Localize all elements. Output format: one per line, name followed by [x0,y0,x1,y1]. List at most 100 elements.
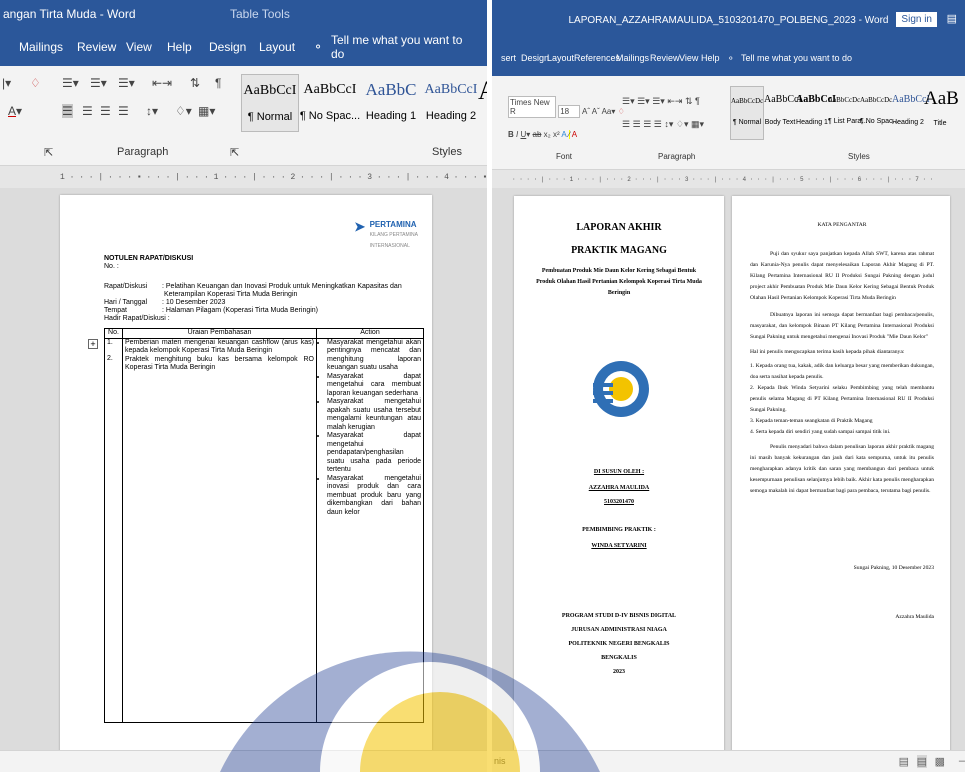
borders-icon[interactable]: ▦▾ [691,119,704,129]
italic-icon[interactable]: I [516,130,518,139]
numbering-icon[interactable]: ☰▾ [637,96,650,106]
font-color-icon[interactable]: A [572,130,577,139]
text-effects-icon[interactable]: A [561,130,566,139]
left-word-window: angan Tirta Muda - Word Table Tools Mail… [0,0,487,772]
group-label-styles: Styles [432,146,462,158]
style-normal[interactable]: AaBbCcDc ¶ Normal [730,86,764,140]
notulen-no: No. : [104,263,119,270]
font-size-select[interactable]: 18 [558,105,581,118]
indent-icon[interactable]: ⇤⇥ [667,96,682,106]
highlight-icon[interactable]: ∕ [568,130,570,139]
format-painter-icon[interactable]: |▾ [2,76,11,90]
pertamina-logo: ➤ PERTAMINA KILANG PERTAMINA INTERNASION… [354,219,418,249]
preface-page: KATA PENGANTAR Puji dan syukur saya panj… [732,196,950,756]
strikethrough-icon[interactable]: ab x₂ x² [533,130,560,139]
style-title[interactable]: AaB Title [924,86,959,127]
sort-icon[interactable]: ⇅ [190,76,200,90]
table-row[interactable]: 1. 2. Pemberian materi mengenai keuangan… [104,337,424,723]
list-item: 4. Serta kepada diri sendiri yang sudah … [750,429,891,435]
align-right-icon[interactable]: ☰ [643,119,651,129]
font-color-icon[interactable]: A▾ [8,104,22,118]
sign-in-button[interactable]: Sign in [896,12,937,27]
multilevel-icon[interactable]: ☰▾ [652,96,665,106]
indent-icon[interactable]: ⇤⇥ [152,76,172,90]
align-left-icon[interactable]: ☰ [62,104,73,118]
line-spacing-icon[interactable]: ↕▾ [146,104,158,118]
group-label-paragraph: Paragraph [658,152,696,161]
ribbon-tabs: Mailings Review View Help Design Layout … [0,28,487,66]
list-item: Masyarakat mengetahui apakah suatu usaha… [327,398,421,432]
group-label-paragraph: Paragraph [117,146,169,158]
dialog-launcher-icon[interactable]: ⇱ [44,146,53,159]
group-label-font: Font [556,152,573,161]
justify-icon[interactable]: ☰ [118,104,129,118]
style-no-spacing[interactable]: AaBbCcI ¶ No Spac... [299,74,361,122]
cover-pembimbing-name: WINDA SETYARINI [591,543,647,549]
list-item: Masyarakat dapat mengetahui pendapatan/p… [327,432,421,475]
style-list-paragraph[interactable]: AaBbCcDc ¶ List Para... [828,86,867,125]
horizontal-ruler[interactable]: · · · · | · · · 1 · · · | · · · 2 · · · … [492,170,965,188]
style-heading1[interactable]: AaBbCcI Heading 1 [796,86,836,126]
clear-format-icon[interactable]: ♢ [30,76,41,90]
bullets-icon[interactable]: ☰▾ [62,76,79,90]
pilcrow-icon[interactable]: ¶ [695,96,700,106]
table-move-handle-icon[interactable]: + [88,339,98,349]
tell-me-search[interactable]: Tell me what you want to do [732,53,861,63]
document-canvas: ➤ PERTAMINA KILANG PERTAMINA INTERNASION… [0,188,487,772]
line-spacing-icon[interactable]: ↕▾ [664,119,673,129]
align-left-icon[interactable]: ☰ [622,119,630,129]
hadir-label: Hadir Rapat/Diskusi : [104,315,170,322]
read-mode-icon[interactable]: ▤ [899,755,909,768]
more-styles-icon[interactable]: A [478,76,487,106]
pilcrow-icon[interactable]: ¶ [215,76,221,90]
multilevel-icon[interactable]: ☰▾ [118,76,135,90]
bold-icon[interactable]: B [508,130,514,139]
tab-view[interactable]: View [117,40,161,54]
justify-icon[interactable]: ☰ [654,119,662,129]
list-item: Masyarakat mengetahui akan pentingnya me… [327,339,421,373]
tab-layout[interactable]: Layout [250,40,304,54]
web-layout-icon[interactable]: ▩ [935,755,945,768]
grow-font-icon[interactable]: Aˆ Aˇ [582,107,600,116]
preface-paragraph: Hal ini penulis mengucapkan terima kasih… [750,349,905,355]
style-heading1[interactable]: AaBbC Heading 1 [361,74,421,122]
bullets-icon[interactable]: ☰▾ [622,96,635,106]
dialog-launcher-icon[interactable]: ⇱ [230,146,239,159]
action-list: Masyarakat mengetahui akan pentingnya me… [319,339,421,518]
document-page: ➤ PERTAMINA KILANG PERTAMINA INTERNASION… [60,195,432,755]
font-tools: Times New R 18 Aˆ Aˇ Aa▾ ♢ B I U▾ ab x₂ … [508,96,625,139]
font-name-select[interactable]: Times New R [508,96,556,118]
tell-me-search[interactable]: Tell me what you want to do [322,33,487,61]
cover-title: LAPORAN AKHIR [576,222,662,233]
table-tools-label: Table Tools [230,7,290,21]
shading-icon[interactable]: ♢▾ [175,104,192,118]
align-center-icon[interactable]: ☰ [82,104,93,118]
numbering-icon[interactable]: ☰▾ [90,76,107,90]
style-normal[interactable]: AaBbCcI ¶ Normal [241,74,299,132]
tab-design[interactable]: Design [200,40,255,54]
sort-icon[interactable]: ⇅ [685,96,693,106]
horizontal-ruler[interactable]: 1 · · · | · · · ▪ · · · | · · · 1 · · · … [0,166,487,188]
meta-row: Keterampilan Koperasi Tirta Muda Beringi… [162,291,298,298]
align-right-icon[interactable]: ☰ [100,104,111,118]
zoom-slider[interactable]: – [959,755,965,767]
print-layout-icon[interactable]: ▤ [916,755,927,768]
style-heading2[interactable]: AaBbCcI Heading 2 [421,74,481,122]
style-no-spacing[interactable]: AaBbCcDc ¶ No Spac... [860,86,898,125]
uraian-item: Praktek menghitung buku kas bersama kelo… [125,355,314,372]
tab-mailings[interactable]: Mailings [10,40,72,54]
align-center-icon[interactable]: ☰ [633,119,641,129]
change-case-icon[interactable]: Aa▾ [602,107,616,116]
col-header-no: No. [104,328,123,339]
style-heading2[interactable]: AaBbCcI Heading 2 [892,86,930,126]
underline-icon[interactable]: U▾ [520,130,530,139]
style-body-text[interactable]: AaBbCcI Body Text [764,86,802,126]
cover-tahun: 2023 [613,669,625,675]
cover-topic: Pembuatan Produk Mie Daun Kelor Kering S… [536,268,702,296]
list-item: Masyarakat mengetahui inovasi produk dan… [327,475,421,518]
tab-help[interactable]: Help [158,40,201,54]
ribbon-display-icon[interactable]: ▤ [947,12,957,25]
borders-icon[interactable]: ▦▾ [198,104,215,118]
shading-icon[interactable]: ♢▾ [676,119,689,129]
preface-signature: Azzahra Maulida [895,614,934,620]
